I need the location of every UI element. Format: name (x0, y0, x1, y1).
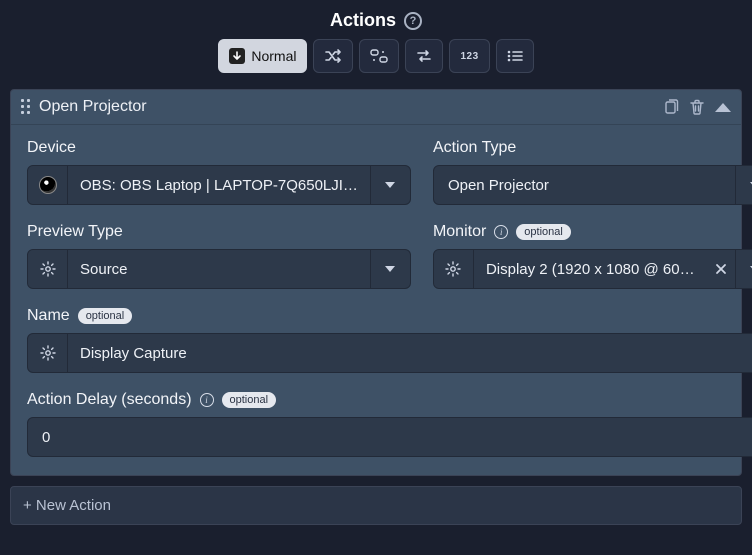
delete-button[interactable] (689, 99, 705, 115)
action-type-select[interactable]: Open Projector (433, 165, 752, 205)
gear-icon (434, 250, 474, 288)
group-icon (370, 49, 388, 63)
action-type-label: Action Type (433, 139, 516, 157)
info-icon[interactable]: i (200, 393, 214, 407)
monitor-value: Display 2 (1920 x 1080 @ 60… (474, 250, 707, 288)
preview-type-caret[interactable] (370, 250, 410, 288)
swap-icon (416, 49, 432, 63)
mode-normal-label: Normal (251, 48, 296, 64)
mode-list-button[interactable] (496, 39, 534, 73)
action-card: Open Projector Device OBS: OBS Laptop | … (10, 89, 742, 476)
action-title: Open Projector (39, 98, 655, 116)
preview-type-value: Source (68, 250, 370, 288)
close-icon (715, 263, 727, 275)
action-type-field: Action Type Open Projector (433, 139, 752, 205)
info-icon[interactable]: i (494, 225, 508, 239)
count-label: 123 (460, 51, 478, 62)
name-label: Name (27, 307, 70, 325)
down-arrow-icon (229, 48, 245, 64)
optional-badge: optional (516, 224, 571, 240)
device-label: Device (27, 139, 76, 157)
device-caret[interactable] (370, 166, 410, 204)
preview-type-label: Preview Type (27, 223, 123, 241)
mode-normal-button[interactable]: Normal (218, 39, 307, 73)
name-input[interactable] (68, 334, 752, 372)
list-icon (507, 50, 523, 62)
mode-group-button[interactable] (359, 39, 399, 73)
page-title: Actions (330, 10, 396, 31)
monitor-select[interactable]: Display 2 (1920 x 1080 @ 60… (433, 249, 752, 289)
optional-badge: optional (78, 308, 133, 324)
chevron-down-icon (385, 266, 395, 272)
optional-badge: optional (222, 392, 277, 408)
obs-icon (28, 166, 68, 204)
monitor-label: Monitor (433, 223, 486, 241)
mode-swap-button[interactable] (405, 39, 443, 73)
monitor-caret[interactable] (735, 250, 752, 288)
delay-input[interactable] (27, 417, 752, 457)
action-type-value: Open Projector (434, 166, 735, 204)
mode-bar: Normal 123 (0, 39, 752, 83)
name-input-wrap (27, 333, 752, 373)
new-action-label: + New Action (23, 497, 111, 514)
shuffle-icon (324, 48, 342, 64)
duplicate-button[interactable] (663, 99, 679, 115)
preview-type-select[interactable]: Source (27, 249, 411, 289)
new-action-button[interactable]: + New Action (10, 486, 742, 525)
device-select[interactable]: OBS: OBS Laptop | LAPTOP-7Q650LJI… (27, 165, 411, 205)
action-type-caret[interactable] (735, 166, 752, 204)
preview-type-field: Preview Type Source (27, 223, 411, 289)
gear-icon (28, 334, 68, 372)
copy-icon (663, 99, 679, 115)
device-value: OBS: OBS Laptop | LAPTOP-7Q650LJI… (68, 166, 370, 204)
delay-field: Action Delay (seconds) i optional (27, 391, 752, 457)
help-icon[interactable]: ? (404, 12, 422, 30)
name-field: Name optional (27, 307, 752, 373)
gear-icon (28, 250, 68, 288)
monitor-field: Monitor i optional Display 2 (1920 x 108… (433, 223, 752, 289)
chevron-down-icon (385, 182, 395, 188)
trash-icon (689, 99, 705, 115)
delay-label: Action Delay (seconds) (27, 391, 192, 409)
mode-count-button[interactable]: 123 (449, 39, 489, 73)
mode-shuffle-button[interactable] (313, 39, 353, 73)
drag-handle-icon[interactable] (21, 99, 31, 115)
device-field: Device OBS: OBS Laptop | LAPTOP-7Q650LJI… (27, 139, 411, 205)
monitor-clear-button[interactable] (707, 250, 735, 288)
collapse-toggle[interactable] (715, 103, 731, 112)
